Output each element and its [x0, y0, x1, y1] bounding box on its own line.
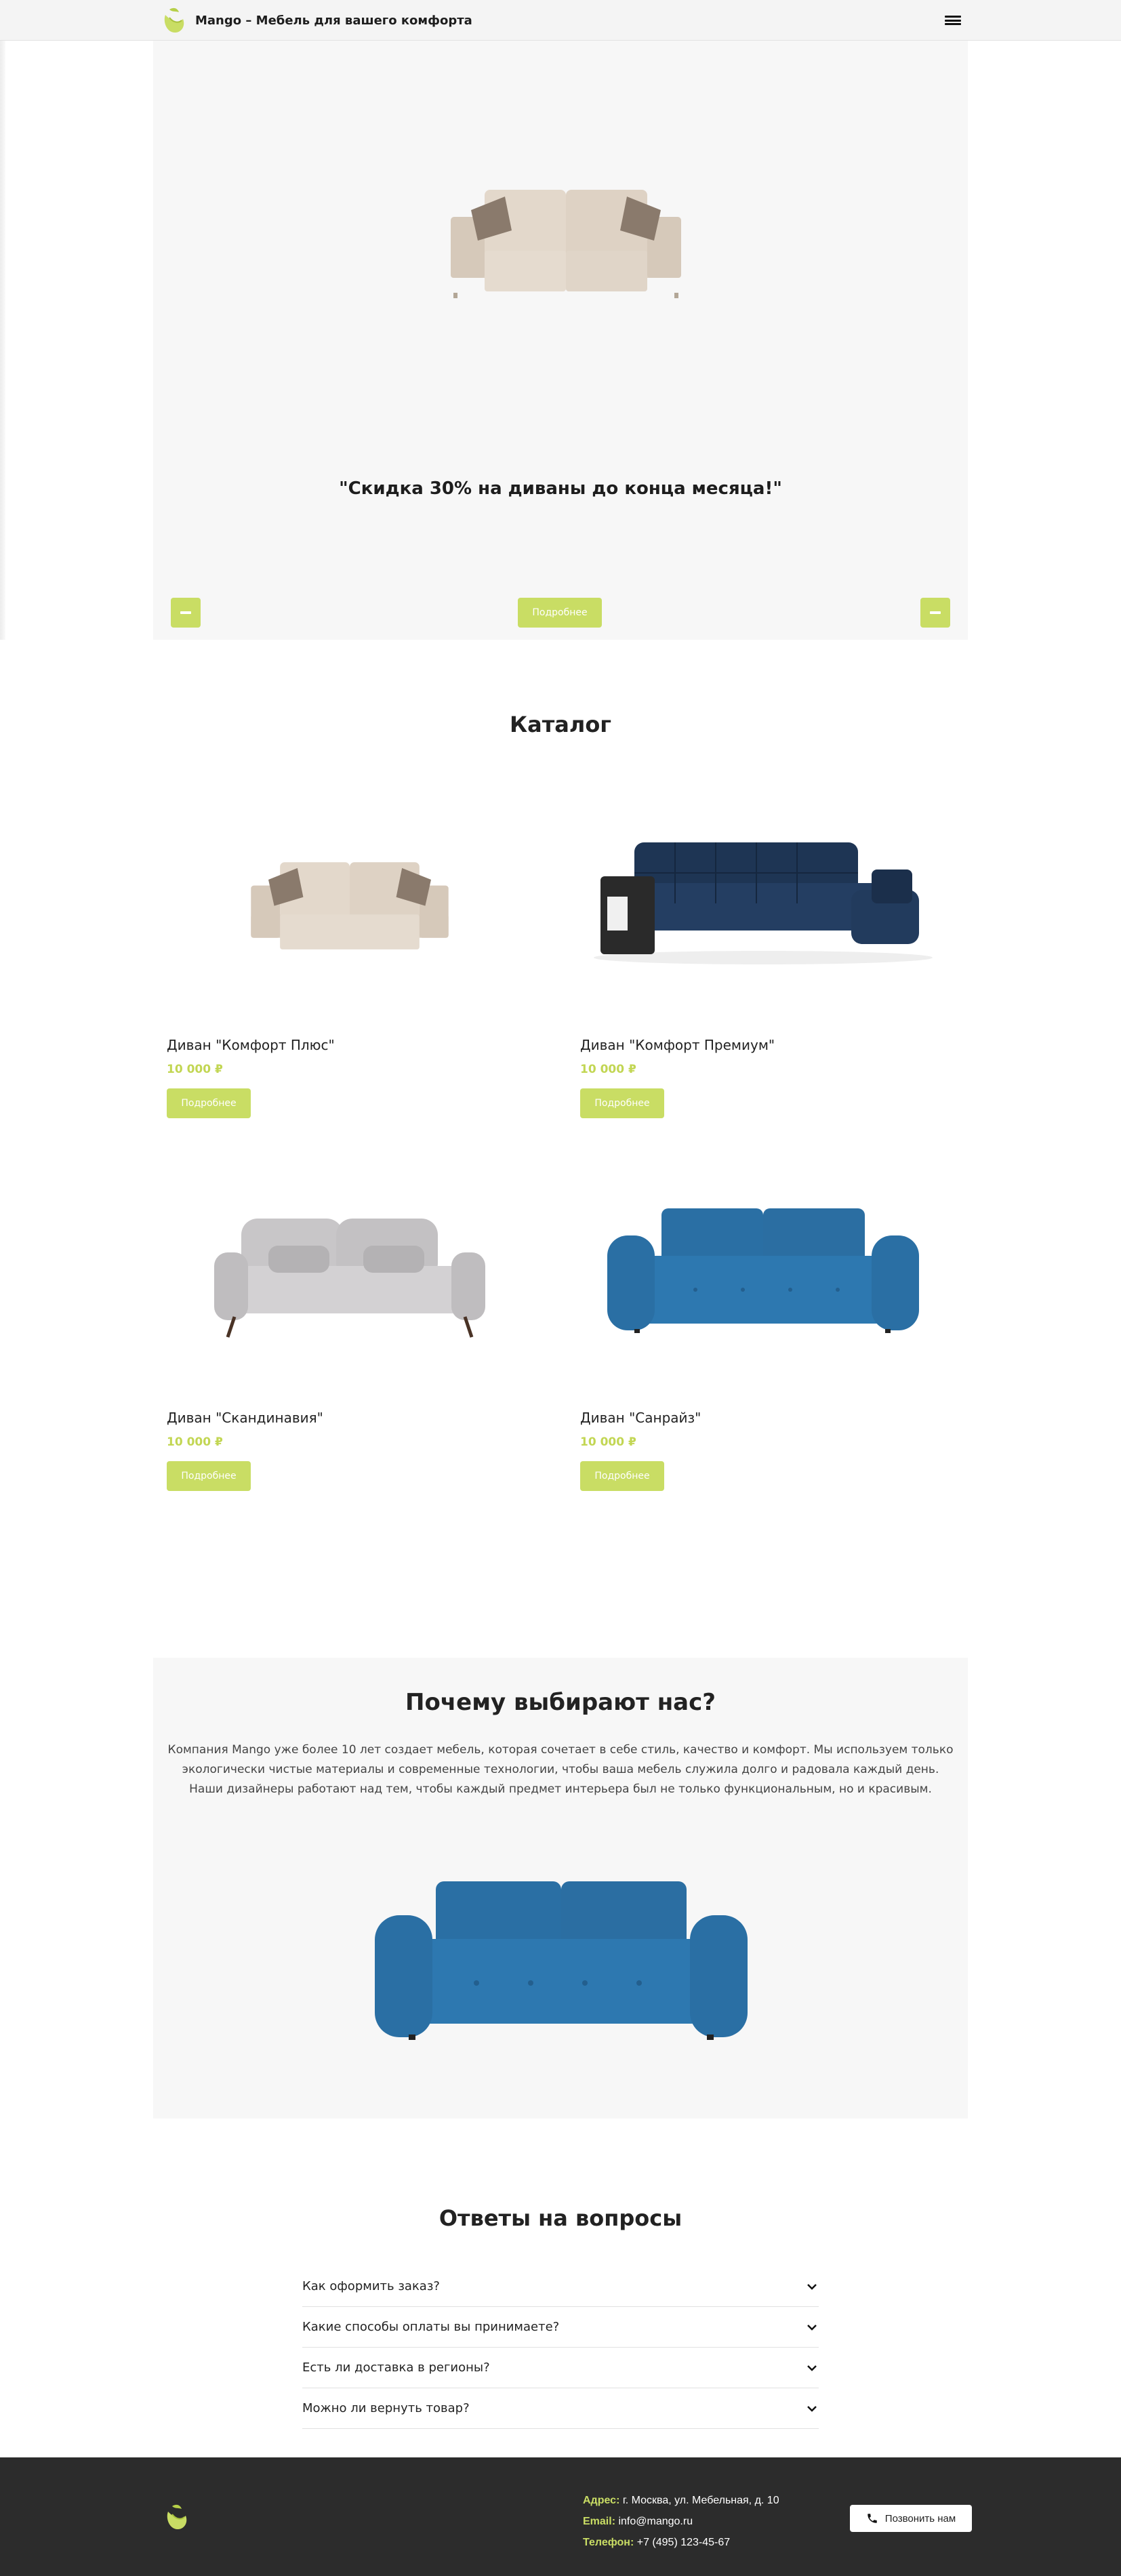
chevron-down-icon	[807, 2405, 817, 2412]
address-line: Адрес: г. Москва, ул. Мебельная, д. 10	[583, 2490, 779, 2511]
hero-sofa-image	[451, 190, 681, 298]
arrow-next-icon[interactable]	[920, 598, 950, 628]
chevron-down-icon	[807, 2324, 817, 2331]
email-line: Email: info@mango.ru	[583, 2511, 779, 2532]
phone-icon	[868, 2514, 877, 2523]
email-label: Email:	[583, 2516, 616, 2527]
faq-question: Можно ли вернуть товар?	[302, 2401, 470, 2415]
product-image	[567, 798, 960, 1002]
product-price: 10 000 ₽	[167, 1435, 223, 1449]
product-more-button[interactable]: Подробнее	[580, 1461, 664, 1491]
product-name: Диван "Скандинавия"	[167, 1410, 323, 1426]
site-footer: Адрес: г. Москва, ул. Мебельная, д. 10 E…	[0, 2457, 1121, 2576]
product-more-button[interactable]: Подробнее	[167, 1461, 251, 1491]
address-label: Адрес:	[583, 2495, 620, 2506]
product-more-button[interactable]: Подробнее	[580, 1088, 664, 1118]
catalog-section: Каталог Диван "Комфорт Плюс" 10 000 ₽ По…	[0, 640, 1121, 1658]
catalog-card: Диван "Скандинавия" 10 000 ₽ Подробнее	[153, 1171, 546, 1491]
faq-item[interactable]: Какие способы оплаты вы принимаете?	[302, 2307, 819, 2348]
chevron-down-icon	[807, 2283, 817, 2290]
catalog-card: Диван "Комфорт Премиум" 10 000 ₽ Подробн…	[567, 798, 960, 1118]
sofa-scandinavia-image	[214, 1219, 485, 1338]
why-us-sofa-image	[375, 1881, 748, 2040]
product-name: Диван "Санрайз"	[580, 1410, 701, 1426]
chevron-down-icon	[807, 2365, 817, 2371]
phone-label: Телефон:	[583, 2537, 634, 2548]
faq-title: Ответы на вопросы	[439, 2205, 682, 2231]
catalog-grid: Диван "Комфорт Плюс" 10 000 ₽ Подробнее	[153, 798, 968, 1658]
product-image	[153, 798, 546, 1002]
product-image	[567, 1171, 960, 1374]
product-image	[153, 1171, 546, 1374]
promo-text: "Скидка 30% на диваны до конца месяца!"	[339, 478, 782, 499]
why-us-section: Почему выбирают нас? Компания Mango уже …	[153, 1658, 968, 2119]
hero-side-shadow	[0, 41, 5, 640]
hero-slider: "Скидка 30% на диваны до конца месяца!" …	[153, 41, 968, 640]
sofa-comfort-plus-image	[251, 862, 449, 949]
catalog-title: Каталог	[509, 712, 612, 737]
product-name: Диван "Комфорт Плюс"	[167, 1037, 335, 1053]
mango-leaf-logo-icon[interactable]	[163, 2502, 190, 2532]
faq-item[interactable]: Есть ли доставка в регионы?	[302, 2348, 819, 2388]
why-us-title: Почему выбирают нас?	[405, 1689, 716, 1716]
faq-question: Какие способы оплаты вы принимаете?	[302, 2320, 560, 2334]
faq-list: Как оформить заказ? Какие способы оплаты…	[302, 2266, 819, 2429]
contact-info: Адрес: г. Москва, ул. Мебельная, д. 10 E…	[583, 2490, 779, 2553]
sofa-sunrise-image	[607, 1208, 919, 1333]
product-price: 10 000 ₽	[580, 1063, 636, 1076]
faq-section: Ответы на вопросы Как оформить заказ? Ка…	[0, 2119, 1121, 2429]
faq-item[interactable]: Можно ли вернуть товар?	[302, 2388, 819, 2429]
catalog-card: Диван "Комфорт Плюс" 10 000 ₽ Подробнее	[153, 798, 546, 1118]
hero-more-button[interactable]: Подробнее	[518, 598, 602, 628]
faq-question: Как оформить заказ?	[302, 2279, 440, 2293]
site-header: Mango – Мебель для вашего комфорта	[0, 0, 1121, 41]
sofa-comfort-premium-image	[594, 842, 933, 964]
address-value: г. Москва, ул. Мебельная, д. 10	[622, 2495, 779, 2506]
faq-question: Есть ли доставка в регионы?	[302, 2360, 490, 2375]
phone-value[interactable]: +7 (495) 123-45-67	[637, 2537, 730, 2548]
faq-item[interactable]: Как оформить заказ?	[302, 2266, 819, 2307]
call-us-label: Позвонить нам	[884, 2512, 956, 2524]
product-price: 10 000 ₽	[580, 1435, 636, 1449]
product-name: Диван "Комфорт Премиум"	[580, 1037, 775, 1053]
phone-line: Телефон: +7 (495) 123-45-67	[583, 2532, 779, 2553]
brand-title: Mango – Мебель для вашего комфорта	[195, 13, 472, 28]
product-more-button[interactable]: Подробнее	[167, 1088, 251, 1118]
mango-leaf-logo-icon	[164, 7, 184, 33]
arrow-prev-icon[interactable]	[171, 598, 201, 628]
catalog-card: Диван "Санрайз" 10 000 ₽ Подробнее	[567, 1171, 960, 1491]
why-us-text: Компания Mango уже более 10 лет создает …	[167, 1743, 954, 1796]
brand[interactable]: Mango – Мебель для вашего комфорта	[160, 5, 472, 35]
email-value[interactable]: info@mango.ru	[618, 2516, 693, 2527]
hamburger-menu-icon[interactable]	[945, 14, 961, 27]
product-price: 10 000 ₽	[167, 1063, 223, 1076]
call-us-button[interactable]: Позвонить нам	[850, 2505, 972, 2532]
